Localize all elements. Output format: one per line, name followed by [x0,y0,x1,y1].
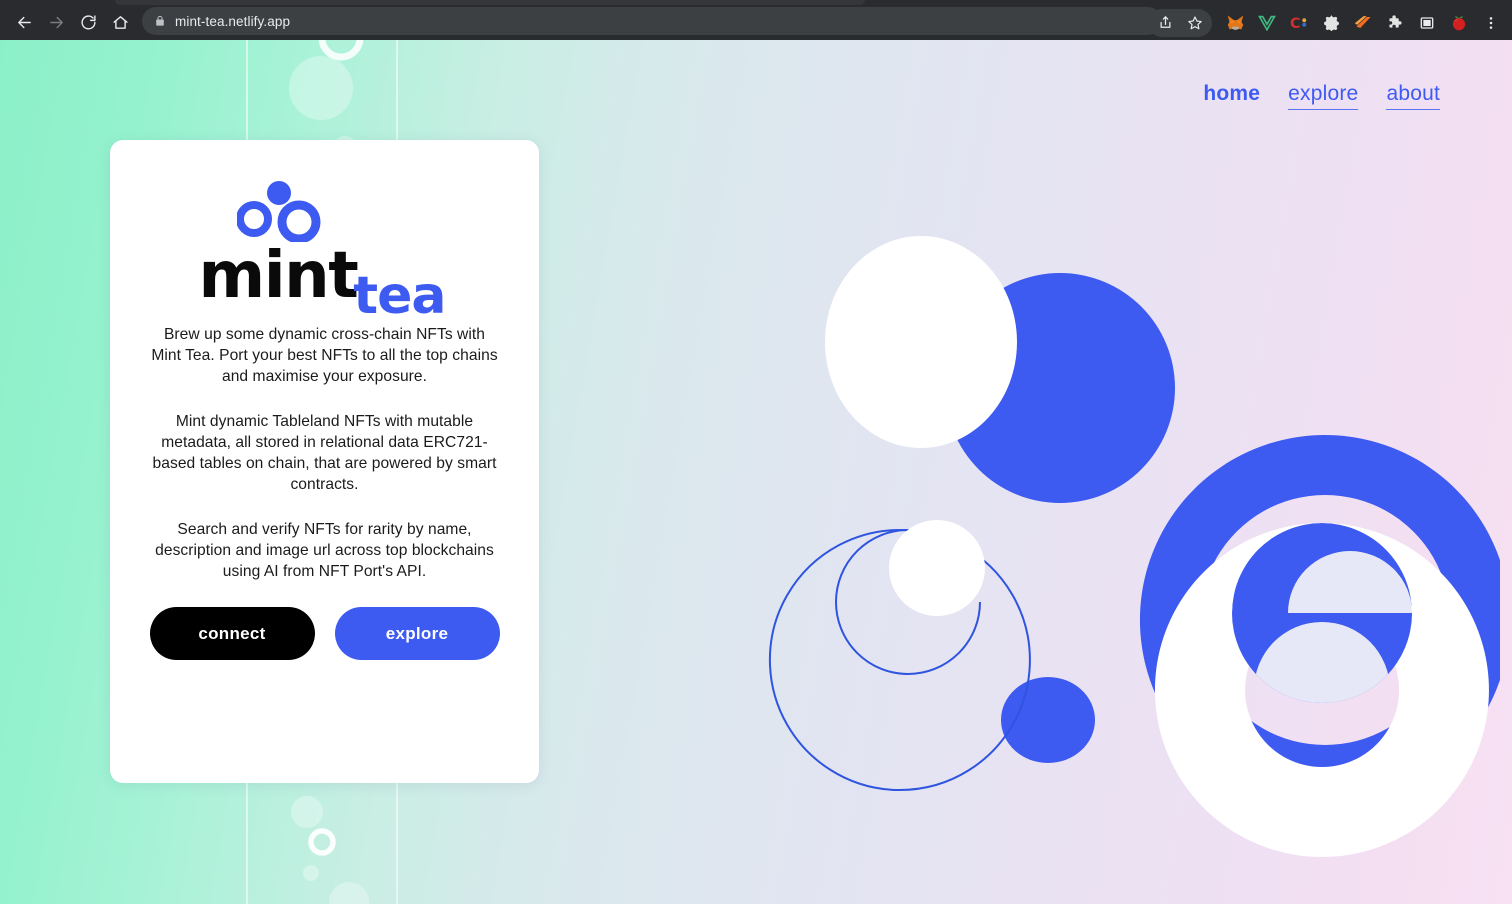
explore-button[interactable]: explore [334,607,500,660]
chrome-menu-icon[interactable] [1476,8,1506,38]
site-nav: home explore about [1203,82,1440,110]
hero-card: minttea Brew up some dynamic cross-chain… [110,140,539,783]
connect-button[interactable]: connect [149,607,315,660]
home-button[interactable] [104,7,136,39]
hero-paragraph-1: Brew up some dynamic cross-chain NFTs wi… [151,326,498,385]
browser-tab[interactable] [115,0,865,5]
page-viewport: home explore about minttea Brew up some … [0,40,1512,904]
pomodoro-tomato-extension-icon[interactable] [1444,8,1474,38]
brand-logo: minttea [199,180,451,322]
decorative-circle-artwork [768,236,1500,857]
metamask-extension-icon[interactable] [1220,8,1250,38]
svg-text:C: C [1290,16,1300,31]
browser-nav-controls [0,5,136,40]
back-button[interactable] [8,7,40,39]
hero-cta-row: connect explore [140,607,509,660]
logo-wordmark: minttea [199,244,451,322]
url-text: mint-tea.netlify.app [175,13,291,29]
logo-bubbles-icon [236,181,320,242]
white-circle-spiral-center [889,520,985,616]
logo-text-tea: tea [353,266,446,326]
share-icon[interactable] [1150,8,1180,38]
settings-gear-extension-icon[interactable] [1316,8,1346,38]
colorzilla-extension-icon[interactable]: C [1284,8,1314,38]
vue-devtools-extension-icon[interactable] [1252,8,1282,38]
hero-paragraph-3: Search and verify NFTs for rarity by nam… [155,521,494,580]
browser-toolbar-right: C [1148,5,1506,40]
lightning-extension-icon[interactable] [1348,8,1378,38]
address-bar[interactable]: mint-tea.netlify.app [142,7,1162,35]
extensions-puzzle-icon[interactable] [1380,8,1410,38]
hero-paragraph-2: Mint dynamic Tableland NFTs with mutable… [152,413,497,493]
nav-link-explore[interactable]: explore [1288,82,1359,110]
nav-link-home[interactable]: home [1203,82,1260,109]
forward-button[interactable] [40,7,72,39]
reload-button[interactable] [72,7,104,39]
omnibox-action-group [1148,8,1212,38]
bookmark-star-icon[interactable] [1180,8,1210,38]
lock-icon [156,15,164,26]
nav-link-about[interactable]: about [1386,82,1440,110]
browser-chrome: mint-tea.netlify.app C [0,0,1512,40]
white-blob-top [825,236,1017,448]
sidepanel-icon[interactable] [1412,8,1442,38]
logo-text-mint: mint [198,239,359,313]
